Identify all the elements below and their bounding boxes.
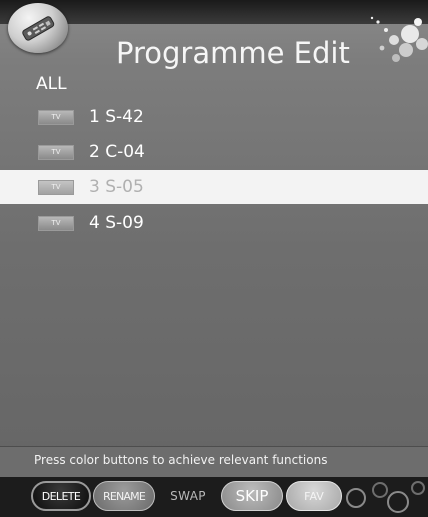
page-title: Programme Edit [116, 36, 350, 70]
channel-label: 1 S-42 [89, 107, 144, 127]
channel-label: 3 S-05 [89, 177, 144, 197]
hint-text: Press color buttons to achieve relevant … [34, 453, 328, 467]
tv-badge-icon: TV [38, 179, 74, 195]
rename-button[interactable]: RENAME [93, 481, 155, 511]
group-label-all: ALL [36, 74, 67, 94]
tv-badge-icon: TV [38, 215, 74, 231]
channel-row-1[interactable]: TV 1 S-42 [0, 100, 428, 134]
channel-row-2[interactable]: TV 2 C-04 [0, 135, 428, 169]
swap-button[interactable]: SWAP [158, 481, 218, 511]
channel-label: 2 C-04 [89, 142, 145, 162]
fav-button[interactable]: FAV [286, 481, 342, 511]
remote-control-icon [8, 3, 68, 53]
tv-badge-icon: TV [38, 109, 74, 125]
delete-button[interactable]: DELETE [31, 481, 91, 511]
channel-row-4[interactable]: TV 4 S-09 [0, 206, 428, 240]
skip-button[interactable]: SKIP [221, 481, 283, 511]
programme-edit-screen: Programme Edit ALL TV 1 S-42 TV 2 C-04 T… [0, 0, 428, 517]
channel-label: 4 S-09 [89, 213, 144, 233]
rings-decoration [346, 481, 425, 513]
bubbles-decoration [370, 16, 428, 62]
channel-row-3-selected[interactable]: TV 3 S-05 [0, 170, 428, 204]
tv-badge-icon: TV [38, 144, 74, 160]
